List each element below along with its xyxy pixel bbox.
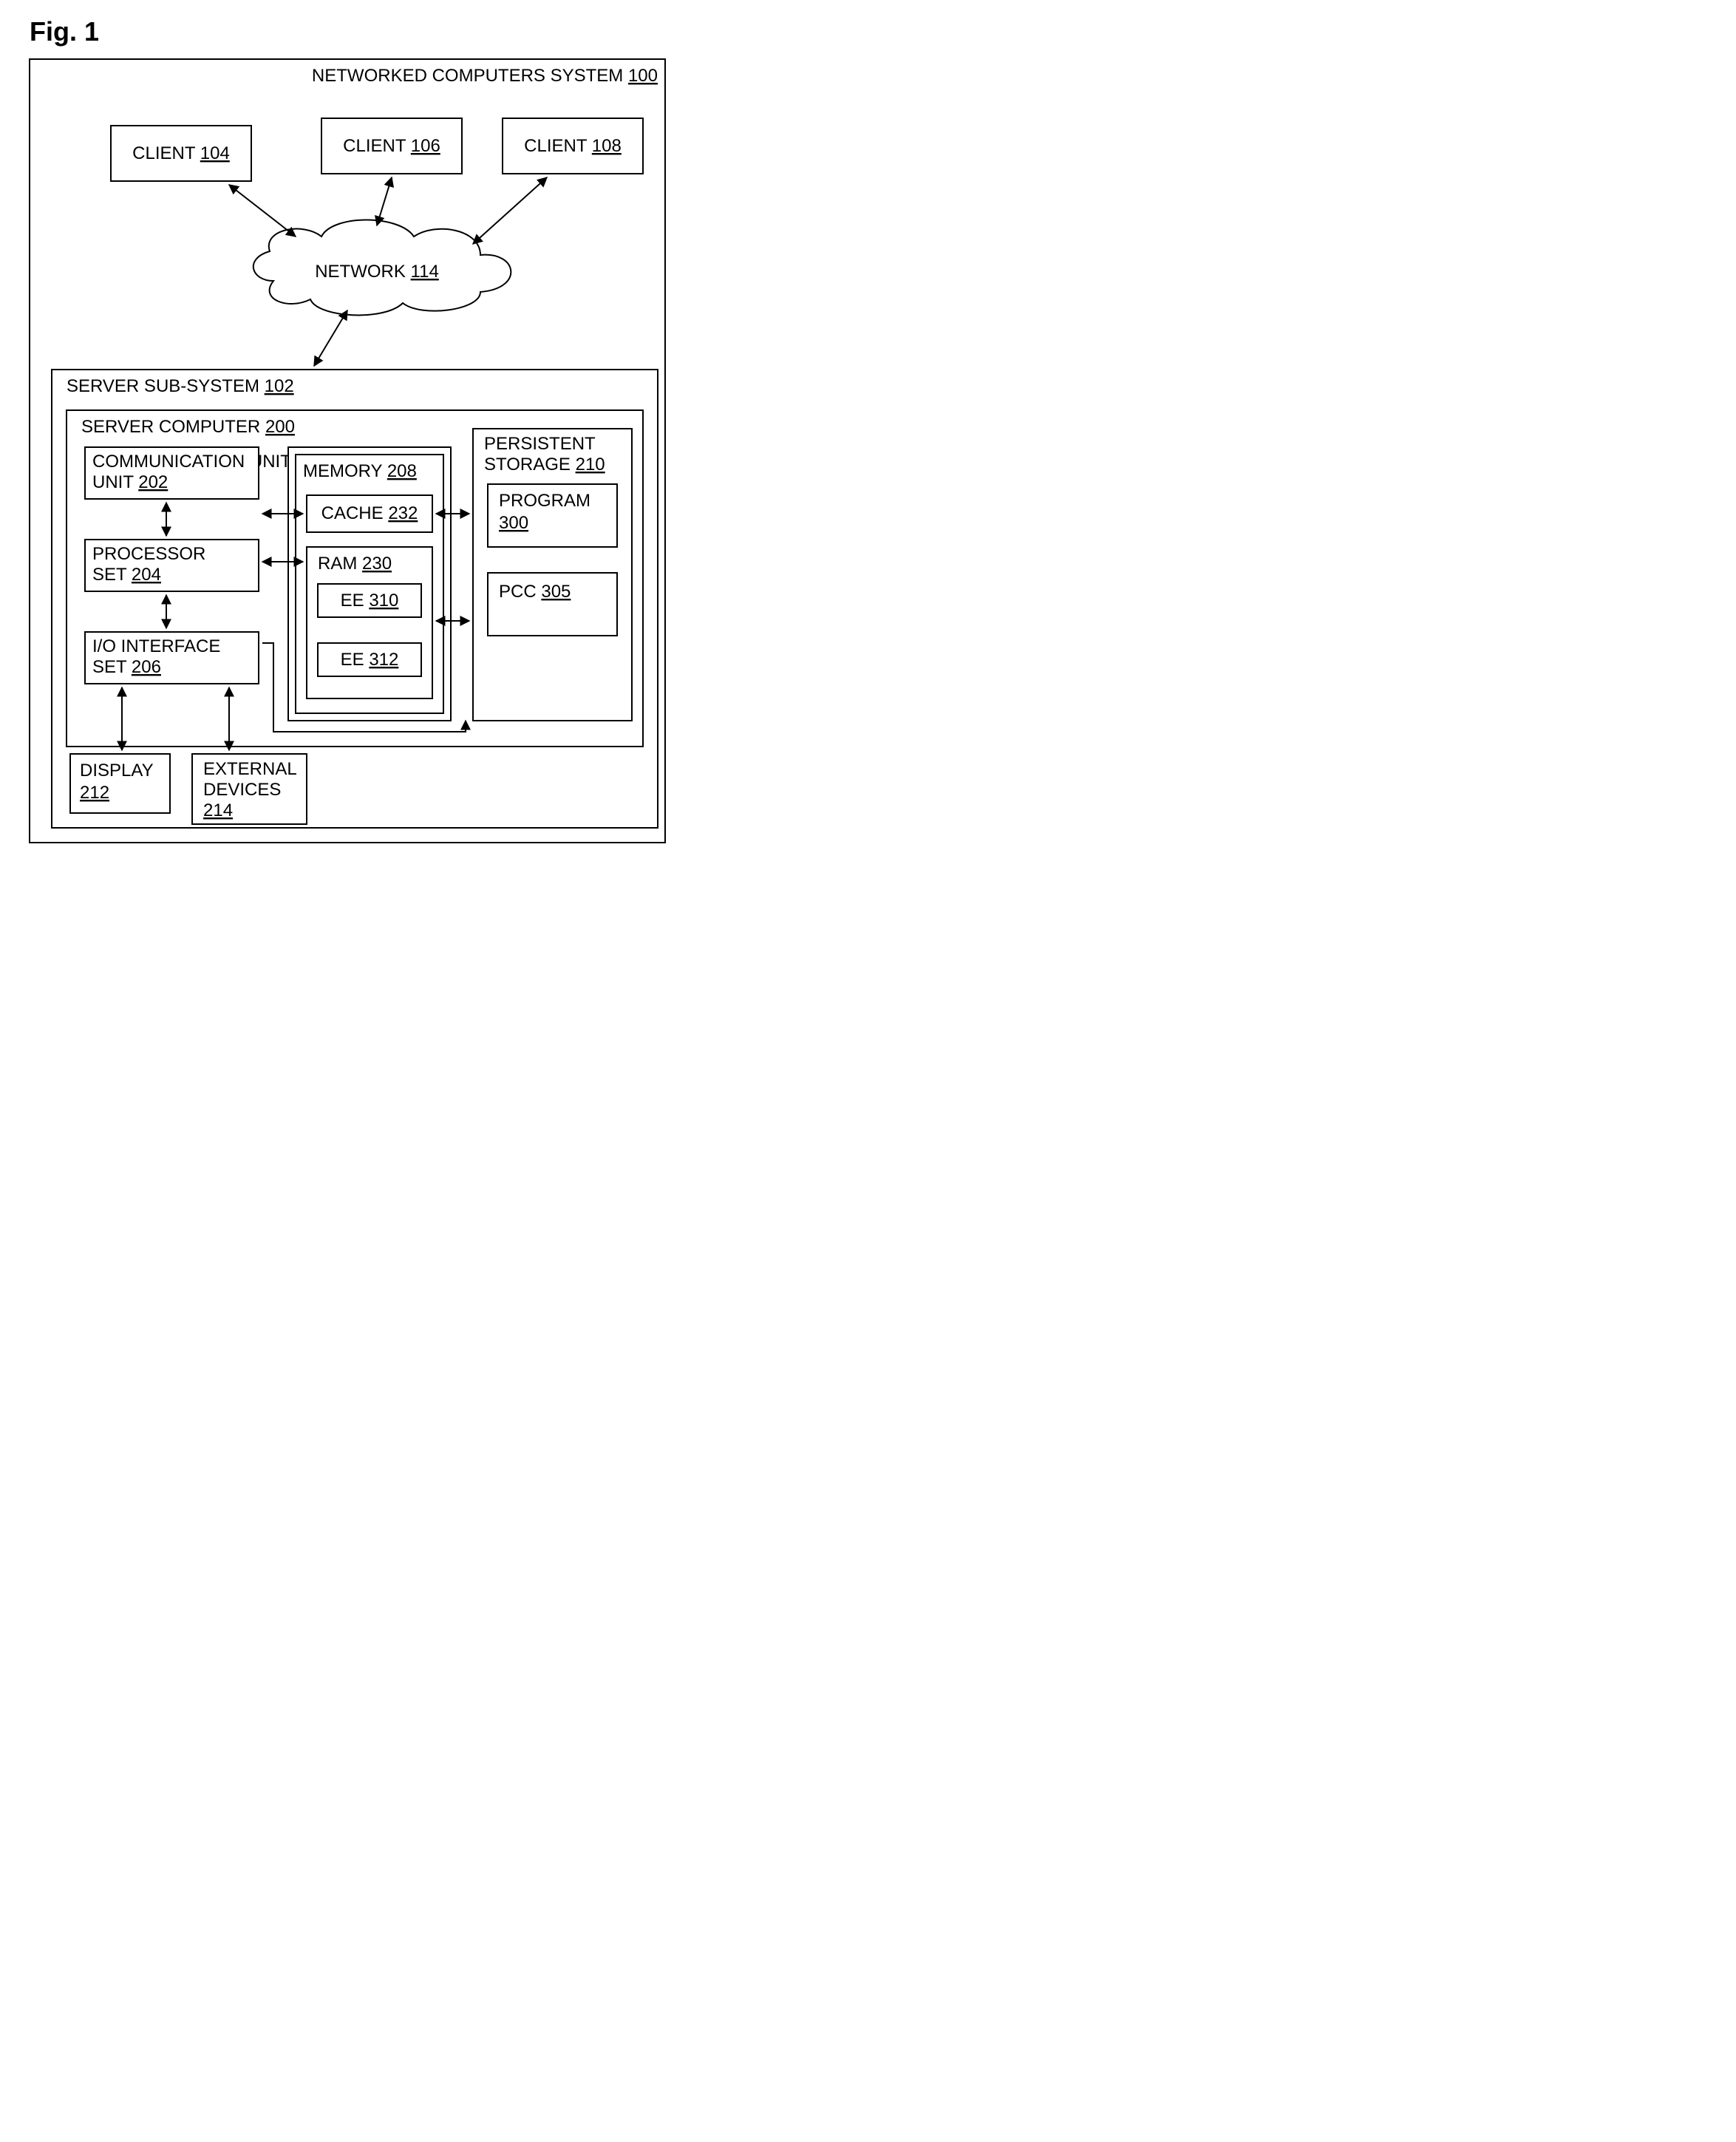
ee-312-label: EE 312 [341,650,399,670]
svg-text:CLIENT 104: CLIENT 104 [132,143,230,163]
persistent-storage-label2: STORAGE 210 [484,455,605,475]
display-label2: 212 [80,783,109,803]
ee-310-label: EE 310 [341,591,399,611]
link-client104-network [229,185,296,237]
communication-unit-label2: UNIT 202 [92,472,168,492]
display-label1: DISPLAY [80,761,154,781]
program-label1: PROGRAM [499,491,590,511]
svg-text:CLIENT 106: CLIENT 106 [343,136,440,156]
processor-set-label1: PROCESSOR [92,544,205,564]
memory-label: MEMORY 208 [303,461,417,481]
system-label: NETWORKED COMPUTERS SYSTEM 100 [312,66,658,86]
ram-label: RAM 230 [318,554,392,574]
communication-unit-label1: COMMUNICATION [92,452,245,472]
client-106: CLIENT 106 [321,118,462,174]
program-label2: 300 [499,513,528,533]
pcc-label: PCC 305 [499,582,571,602]
svg-text:CLIENT 108: CLIENT 108 [524,136,622,156]
client-104: CLIENT 104 [111,126,251,181]
link-client108-network [473,177,547,244]
external-devices-label2: DEVICES [203,780,281,800]
io-interface-label1: I/O INTERFACE [92,636,220,656]
cache-label: CACHE 232 [321,503,418,523]
figure-title: Fig. 1 [30,16,99,47]
external-devices-label1: EXTERNAL [203,759,297,779]
server-subsystem-label: SERVER SUB-SYSTEM 102 [67,376,294,396]
processor-set-label2: SET 204 [92,565,161,585]
link-network-server [314,310,347,366]
server-computer-label: SERVER COMPUTER 200 [81,417,295,437]
io-interface-label2: SET 206 [92,657,161,677]
svg-text:NETWORK 114: NETWORK 114 [315,262,439,282]
external-devices-label3: 214 [203,800,233,820]
link-client106-network [377,177,392,225]
client-108: CLIENT 108 [503,118,643,174]
persistent-storage-label1: PERSISTENT [484,434,596,454]
